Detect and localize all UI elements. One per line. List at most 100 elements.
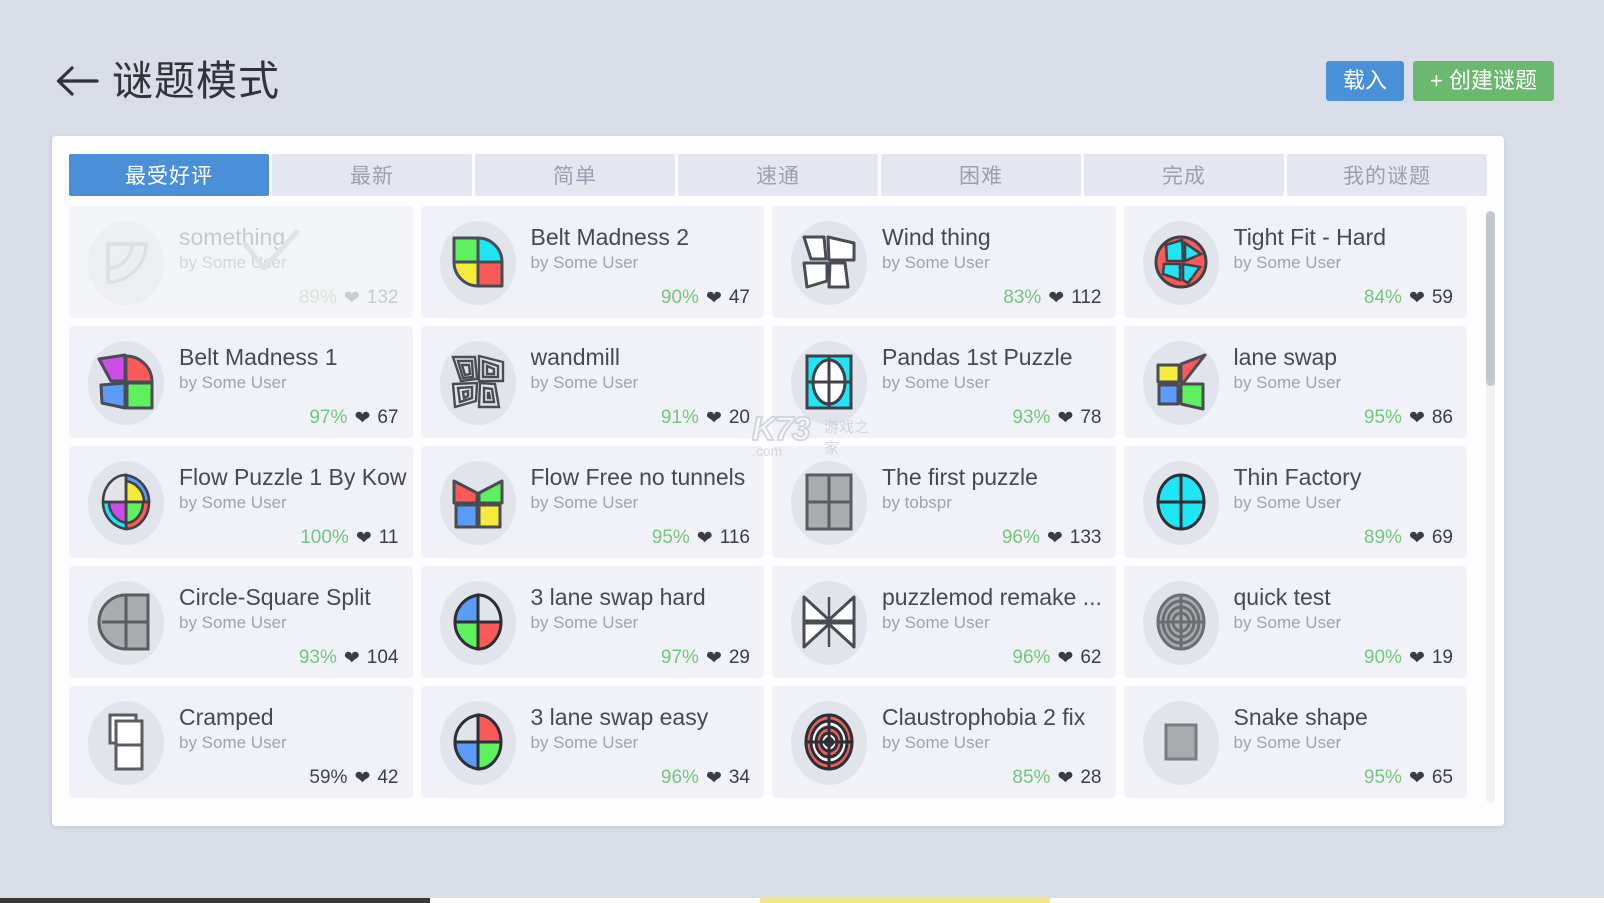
puzzle-card[interactable]: 3 lane swap hard by Some User 97% ❤ 29 bbox=[420, 566, 764, 678]
puzzle-stats: 90% ❤ 47 bbox=[661, 287, 750, 309]
puzzle-stats: 91% ❤ 20 bbox=[661, 407, 750, 429]
puzzle-thumbnail bbox=[83, 459, 169, 545]
heart-icon: ❤ bbox=[705, 647, 722, 669]
puzzle-thumbnail bbox=[435, 219, 521, 305]
puzzle-card[interactable]: Claustrophobia 2 fix by Some User 85% ❤ 28 bbox=[772, 686, 1116, 798]
tab-0[interactable]: 最受好评 bbox=[69, 154, 269, 196]
puzzle-thumbnail bbox=[786, 219, 872, 305]
puzzle-author: by Some User bbox=[882, 373, 990, 393]
puzzle-grid: something by Some User 89% ❤ 132 Belt Madness… bbox=[69, 206, 1467, 798]
puzzle-card-text: lane swap by Some User bbox=[1234, 344, 1468, 393]
create-puzzle-button[interactable]: + 创建谜题 bbox=[1413, 61, 1554, 101]
puzzle-card-text: quick test by Some User bbox=[1234, 584, 1468, 633]
tab-2[interactable]: 简单 bbox=[475, 154, 675, 196]
puzzle-thumbnail bbox=[786, 579, 872, 665]
puzzle-card[interactable]: Belt Madness 2 by Some User 90% ❤ 47 bbox=[420, 206, 764, 318]
puzzle-stats: 96% ❤ 133 bbox=[1002, 527, 1102, 549]
scrollbar-thumb[interactable] bbox=[1486, 211, 1495, 386]
back-button[interactable] bbox=[50, 54, 104, 108]
puzzle-stats: 95% ❤ 65 bbox=[1364, 767, 1453, 789]
puzzle-mode-screen: 谜题模式 载入 + 创建谜题 最受好评 最新 简单 速通 困难 完成 我的谜题 someth… bbox=[0, 0, 1604, 903]
completion-percent: 95% bbox=[651, 527, 690, 548]
puzzle-card[interactable]: Flow Free no tunnels by Some User 95% ❤ 116 bbox=[420, 446, 764, 558]
scrollbar-track[interactable] bbox=[1486, 211, 1495, 803]
puzzle-card[interactable]: Belt Madness 1 by Some User 97% ❤ 67 bbox=[69, 326, 413, 438]
puzzle-card[interactable]: Snake shape by Some User 95% ❤ 65 bbox=[1123, 686, 1467, 798]
completion-percent: 96% bbox=[1012, 647, 1051, 668]
like-count: 47 bbox=[728, 287, 750, 308]
tab-5[interactable]: 完成 bbox=[1084, 154, 1284, 196]
puzzle-title: lane swap bbox=[1233, 344, 1338, 370]
tab-1[interactable]: 最新 bbox=[272, 154, 472, 196]
puzzle-card[interactable]: The first puzzle by tobspr 96% ❤ 133 bbox=[772, 446, 1116, 558]
heart-icon: ❤ bbox=[343, 647, 360, 669]
like-count: 86 bbox=[1431, 407, 1453, 428]
puzzle-card[interactable]: 3 lane swap easy by Some User 96% ❤ 34 bbox=[420, 686, 764, 798]
like-count: 112 bbox=[1071, 287, 1102, 308]
completion-percent: 89% bbox=[1363, 527, 1402, 548]
heart-icon: ❤ bbox=[354, 767, 371, 789]
heart-icon: ❤ bbox=[1408, 287, 1425, 309]
tab-3[interactable]: 速通 bbox=[678, 154, 878, 196]
puzzle-card[interactable]: Tight Fit - Hard by Some User 84% ❤ 59 bbox=[1123, 206, 1467, 318]
puzzle-card[interactable]: puzzlemod remake ... by Some User 96% ❤ 62 bbox=[772, 566, 1116, 678]
heart-icon: ❤ bbox=[1048, 287, 1065, 309]
puzzle-author: by Some User bbox=[530, 253, 639, 273]
completion-percent: 83% bbox=[1003, 287, 1042, 308]
header-actions: 载入 + 创建谜题 bbox=[1326, 61, 1554, 101]
puzzle-card-text: Circle-Square Split by Some User bbox=[179, 584, 413, 633]
like-count: 11 bbox=[378, 527, 399, 548]
like-count: 116 bbox=[719, 527, 750, 548]
puzzle-card-text: wandmill by Some User bbox=[531, 344, 765, 393]
puzzle-card[interactable]: lane swap by Some User 95% ❤ 86 bbox=[1123, 326, 1468, 438]
puzzle-stats: 97% ❤ 67 bbox=[309, 407, 398, 429]
like-count: 20 bbox=[728, 407, 750, 428]
puzzle-card[interactable]: Circle-Square Split by Some User 93% ❤ 104 bbox=[69, 566, 413, 678]
puzzle-card[interactable]: quick test by Some User 90% ❤ 19 bbox=[1123, 566, 1468, 678]
puzzle-card[interactable]: wandmill by Some User 91% ❤ 20 bbox=[420, 326, 765, 438]
puzzle-title: quick test bbox=[1233, 584, 1331, 610]
completed-check-icon bbox=[241, 229, 301, 274]
puzzle-thumbnail bbox=[1138, 219, 1224, 305]
puzzle-card-text: Cramped by Some User bbox=[179, 704, 413, 753]
tab-label: 困难 bbox=[959, 165, 1003, 188]
puzzle-title: Pandas 1st Puzzle bbox=[882, 344, 1073, 370]
heart-icon: ❤ bbox=[705, 287, 722, 309]
four-point-star-icon bbox=[802, 595, 856, 649]
puzzle-title: Belt Madness 2 bbox=[530, 224, 690, 250]
puzzle-stats: 89% ❤ 69 bbox=[1364, 527, 1453, 549]
completion-percent: 97% bbox=[660, 647, 699, 668]
puzzle-thumbnail bbox=[1138, 579, 1224, 665]
cyan-circle-cross-icon bbox=[1156, 473, 1205, 531]
tab-label: 我的谜题 bbox=[1343, 165, 1431, 188]
puzzle-card[interactable]: Flow Puzzle 1 By Kow by Some User 100% ❤ 11 bbox=[69, 446, 413, 558]
load-button[interactable]: 载入 bbox=[1326, 61, 1405, 101]
puzzle-thumbnail bbox=[786, 339, 872, 425]
filter-tabs: 最受好评 最新 简单 速通 困难 完成 我的谜题 bbox=[69, 154, 1487, 196]
tab-6[interactable]: 我的谜题 bbox=[1287, 154, 1487, 196]
flow-free-no-tunnels-icon bbox=[452, 479, 503, 529]
tab-4[interactable]: 困难 bbox=[881, 154, 1081, 196]
puzzle-thumbnail bbox=[786, 699, 872, 785]
puzzle-stats: 59% ❤ 42 bbox=[309, 767, 398, 789]
puzzle-card-text: puzzlemod remake ... by Some User bbox=[882, 584, 1116, 633]
puzzle-card[interactable]: Pandas 1st Puzzle by Some User 93% ❤ 78 bbox=[772, 326, 1116, 438]
heart-icon: ❤ bbox=[1408, 647, 1425, 669]
like-count: 133 bbox=[1069, 527, 1102, 548]
puzzle-stats: 96% ❤ 62 bbox=[1012, 647, 1101, 669]
puzzle-card-text: Claustrophobia 2 fix by Some User bbox=[882, 704, 1116, 753]
puzzle-author: by Some User bbox=[882, 733, 990, 753]
puzzle-author: by Some User bbox=[1233, 733, 1342, 753]
puzzle-card[interactable]: Cramped by Some User 59% ❤ 42 bbox=[69, 686, 413, 798]
puzzle-stats: 84% ❤ 59 bbox=[1364, 287, 1453, 309]
completion-percent: 95% bbox=[1363, 767, 1402, 788]
puzzle-author: by tobspr bbox=[882, 493, 952, 513]
puzzle-stats: 97% ❤ 29 bbox=[661, 647, 750, 669]
puzzle-card[interactable]: Wind thing by Some User 83% ❤ 112 bbox=[772, 206, 1116, 318]
puzzle-author: by Some User bbox=[530, 493, 639, 513]
puzzle-title: Flow Puzzle 1 By Kow bbox=[179, 464, 407, 490]
puzzle-card[interactable]: Thin Factory by Some User 89% ❤ 69 bbox=[1123, 446, 1467, 558]
puzzle-card[interactable]: something by Some User 89% ❤ 132 bbox=[69, 206, 413, 318]
circle-square-split-icon bbox=[97, 593, 150, 651]
puzzle-stats: 89% ❤ 132 bbox=[299, 287, 399, 309]
